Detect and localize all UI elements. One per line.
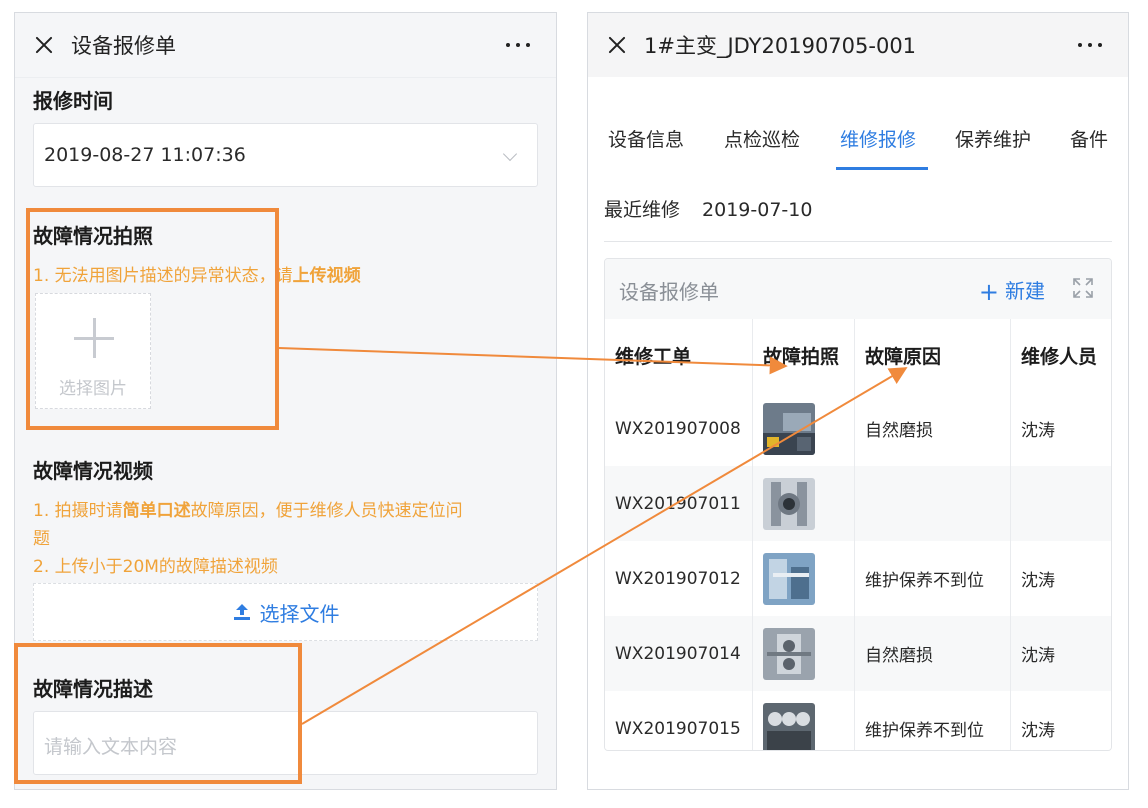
arrow-photo-to-table (278, 347, 788, 375)
arrow-description-to-table (301, 367, 908, 725)
annotation-arrows (278, 347, 908, 725)
